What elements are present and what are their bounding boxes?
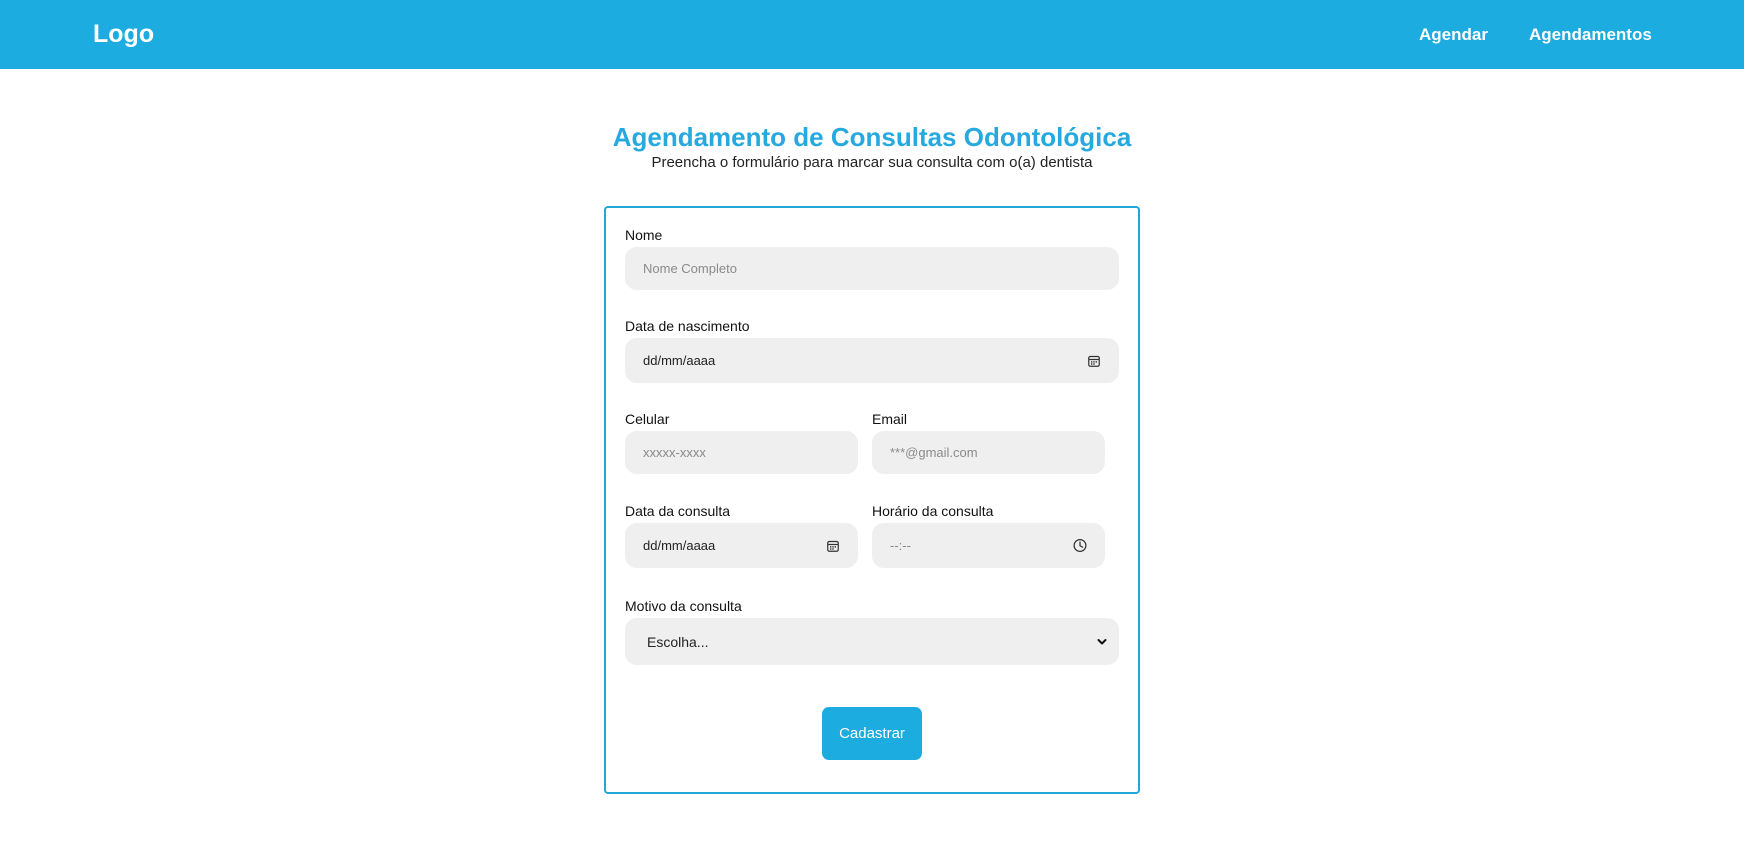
birthdate-placeholder: dd/mm/aaaa (643, 353, 716, 368)
appointment-time-input[interactable]: --:-- (872, 523, 1105, 568)
email-label: Email (872, 411, 908, 427)
reason-label: Motivo da consulta (625, 598, 742, 614)
clock-icon[interactable] (1073, 539, 1087, 553)
birthdate-label: Data de nascimento (625, 318, 750, 334)
name-placeholder: Nome Completo (643, 261, 737, 276)
phone-label: Celular (625, 411, 670, 427)
phone-input[interactable]: xxxxx-xxxx (625, 431, 858, 474)
chevron-down-icon (1095, 635, 1109, 649)
top-navbar: Logo Agendar Agendamentos (0, 0, 1744, 69)
appointment-date-label: Data da consulta (625, 503, 731, 519)
page-title: Agendamento de Consultas Odontológica (612, 122, 1132, 152)
appointment-time-label: Horário da consulta (872, 503, 994, 519)
calendar-icon[interactable] (1087, 354, 1101, 368)
name-label: Nome (625, 227, 663, 243)
nav-link-agendar[interactable]: Agendar (1419, 25, 1488, 45)
email-placeholder: ***@gmail.com (890, 445, 978, 460)
submit-button[interactable]: Cadastrar (822, 707, 922, 760)
birthdate-input[interactable]: dd/mm/aaaa (625, 338, 1119, 383)
appointment-form (604, 206, 1140, 794)
name-input[interactable]: Nome Completo (625, 247, 1119, 290)
phone-placeholder: xxxxx-xxxx (643, 445, 706, 460)
nav-link-agendamentos[interactable]: Agendamentos (1529, 25, 1652, 45)
logo[interactable]: Logo (93, 20, 154, 49)
page-subtitle: Preencha o formulário para marcar sua co… (651, 154, 1093, 171)
appointment-date-input[interactable]: dd/mm/aaaa (625, 523, 858, 568)
email-input[interactable]: ***@gmail.com (872, 431, 1105, 474)
reason-select[interactable]: Escolha... (625, 618, 1119, 665)
reason-selected-value: Escolha... (647, 633, 709, 650)
calendar-icon[interactable] (826, 539, 840, 553)
